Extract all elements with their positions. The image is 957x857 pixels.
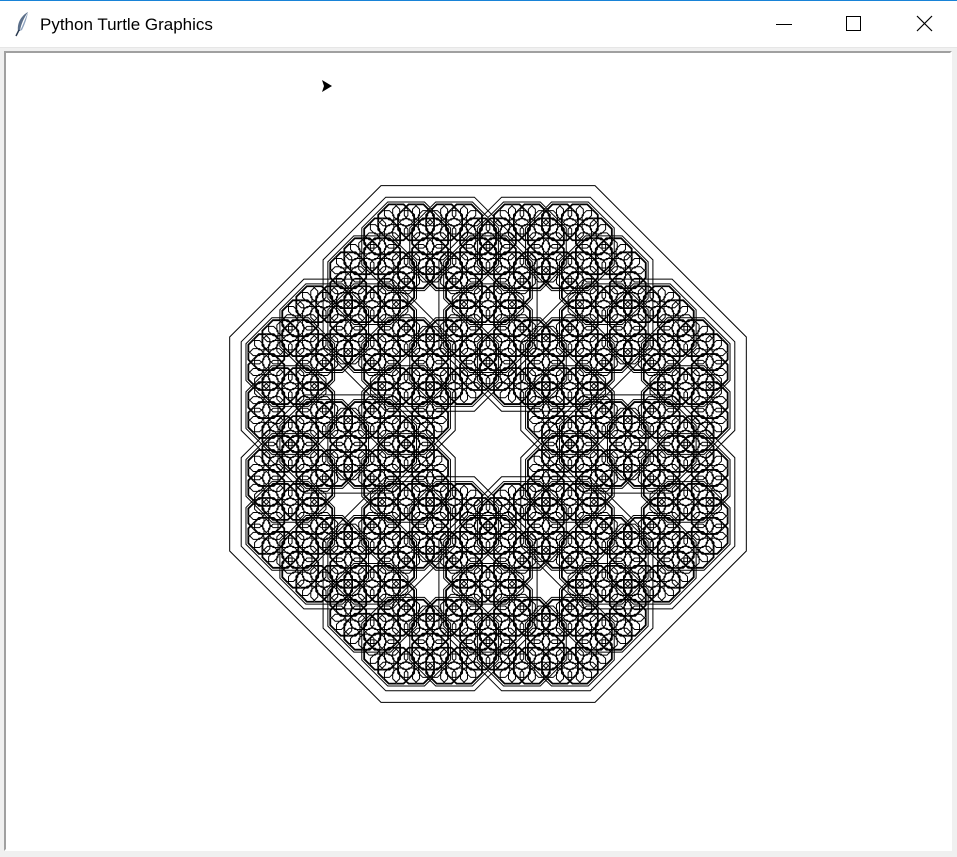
maximize-icon — [846, 16, 861, 31]
close-icon — [916, 15, 933, 32]
app-window: Python Turtle Graphics — [0, 0, 957, 857]
maximize-button[interactable] — [819, 1, 889, 47]
turtle-canvas-frame — [4, 51, 952, 851]
window-title: Python Turtle Graphics — [40, 15, 213, 34]
title-bar[interactable]: Python Turtle Graphics — [0, 1, 957, 48]
canvas-background — [6, 53, 950, 849]
feather-icon — [13, 11, 33, 37]
close-button[interactable] — [889, 1, 957, 47]
minimize-icon — [776, 24, 792, 25]
turtle-canvas[interactable] — [6, 53, 950, 849]
minimize-button[interactable] — [749, 1, 819, 47]
